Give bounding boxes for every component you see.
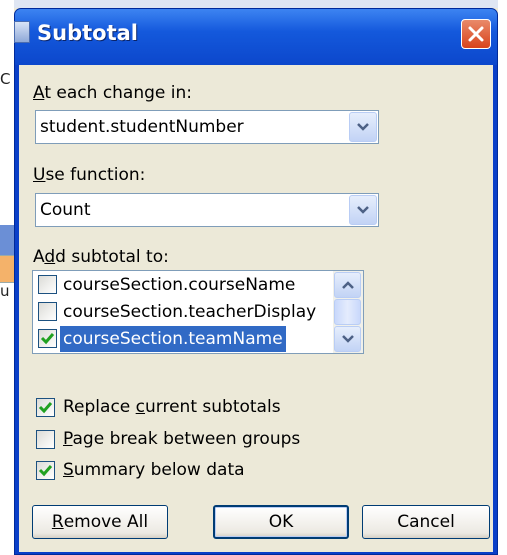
title-bar[interactable]: Subtotal <box>14 9 497 65</box>
close-icon <box>468 26 484 42</box>
at-each-change-value: student.studentNumber <box>40 117 244 137</box>
at-each-change-combo[interactable]: student.studentNumber <box>35 110 379 144</box>
background-window-top <box>0 0 507 8</box>
scroll-down-button[interactable] <box>334 326 361 352</box>
chevron-down-icon <box>341 335 354 343</box>
list-item[interactable]: courseSection.courseName <box>35 272 341 298</box>
list-scrollbar[interactable] <box>333 271 363 353</box>
chevron-up-icon <box>341 281 354 289</box>
checkmark-icon <box>40 333 55 345</box>
scroll-up-button[interactable] <box>334 272 361 298</box>
remove-all-button[interactable]: Remove All <box>32 505 168 539</box>
list-item-selected[interactable]: courseSection.teamName <box>35 325 341 353</box>
close-button[interactable] <box>461 19 491 49</box>
background-orange-cell <box>0 255 14 283</box>
chevron-down-icon <box>357 123 369 131</box>
background-window-right <box>498 0 507 555</box>
scroll-thumb[interactable] <box>334 299 361 325</box>
background-text-fragment: C <box>0 70 11 88</box>
list-item-checkbox[interactable] <box>38 302 57 321</box>
use-function-combo[interactable]: Count <box>35 193 379 227</box>
background-text-fragment: u <box>0 282 10 300</box>
use-function-label: Use function: <box>33 165 146 185</box>
chevron-down-icon <box>357 206 369 214</box>
app-icon <box>14 21 30 43</box>
summary-below-data-checkbox[interactable] <box>36 461 55 480</box>
add-subtotal-listbox[interactable]: courseSection.courseName courseSection.t… <box>32 270 364 354</box>
replace-current-subtotals-checkbox[interactable] <box>36 398 55 417</box>
checkmark-icon <box>38 402 53 414</box>
list-item-label: courseSection.teamName <box>59 325 287 353</box>
background-blue-cell <box>0 225 14 255</box>
list-item-checkbox[interactable] <box>38 329 57 348</box>
list-item[interactable]: courseSection.teacherDisplay <box>35 299 341 325</box>
ok-button[interactable]: OK <box>213 505 349 539</box>
list-item-label: courseSection.teacherDisplay <box>63 302 317 322</box>
replace-current-subtotals-label: Replace current subtotals <box>63 397 281 417</box>
use-function-dropdown-button[interactable] <box>349 195 377 225</box>
list-item-label: courseSection.courseName <box>63 275 296 295</box>
summary-below-data-label: Summary below data <box>63 460 245 480</box>
at-each-change-dropdown-button[interactable] <box>349 112 377 142</box>
page-break-checkbox[interactable] <box>36 430 55 449</box>
at-each-change-label: At each change in: <box>33 83 193 103</box>
cancel-button[interactable]: Cancel <box>362 505 490 539</box>
list-item-checkbox[interactable] <box>38 275 57 294</box>
page-break-label: Page break between groups <box>63 429 301 449</box>
dialog-title: Subtotal <box>37 21 138 45</box>
add-subtotal-label: Add subtotal to: <box>33 247 169 267</box>
checkmark-icon <box>38 465 53 477</box>
use-function-value: Count <box>40 200 91 220</box>
